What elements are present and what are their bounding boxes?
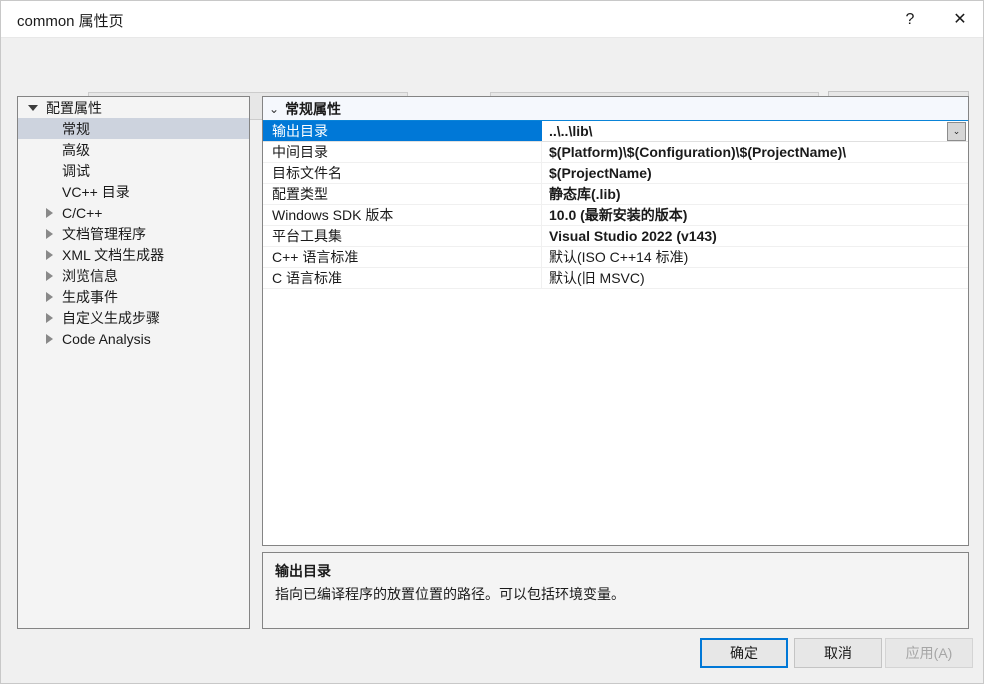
tree-item-label: VC++ 目录 bbox=[62, 183, 130, 200]
property-row[interactable]: 输出目录 ..\..\lib\ ⌄ bbox=[263, 121, 968, 142]
tree-item-label: 文档管理程序 bbox=[62, 225, 146, 242]
triangle-down-glyph bbox=[28, 104, 38, 111]
description-panel: 输出目录 指向已编译程序的放置位置的路径。可以包括环境变量。 bbox=[262, 552, 969, 629]
title-bar: common 属性页 ? ✕ bbox=[1, 1, 983, 38]
apply-button[interactable]: 应用(A) bbox=[885, 638, 973, 668]
triangle-down-icon[interactable] bbox=[24, 104, 42, 111]
property-pages-dialog: common 属性页 ? ✕ 配置(C): 活动(Release) ⌄ 平台(P… bbox=[0, 0, 984, 684]
tree-item-2[interactable]: 调试 bbox=[18, 160, 249, 181]
ok-button[interactable]: 确定 bbox=[700, 638, 788, 668]
property-name: 配置类型 bbox=[263, 184, 542, 204]
property-group-label: 常规属性 bbox=[285, 100, 341, 117]
triangle-right-glyph bbox=[45, 291, 53, 302]
property-name: C++ 语言标准 bbox=[263, 247, 542, 267]
close-button[interactable]: ✕ bbox=[937, 1, 983, 38]
property-group-header[interactable]: ⌄ 常规属性 bbox=[263, 97, 968, 121]
property-value[interactable]: $(Platform)\$(Configuration)\$(ProjectNa… bbox=[542, 144, 968, 160]
tree-item-4[interactable]: C/C++ bbox=[18, 202, 249, 223]
tree-item-label: 高级 bbox=[62, 141, 90, 158]
help-button[interactable]: ? bbox=[887, 1, 933, 38]
property-value[interactable]: 默认(ISO C++14 标准) bbox=[542, 247, 968, 267]
tree-item-0[interactable]: 常规 bbox=[18, 118, 249, 139]
tree-item-label: 调试 bbox=[62, 162, 90, 179]
configuration-bar: 配置(C): 活动(Release) ⌄ 平台(P): 活动(x64) ⌄ 配置… bbox=[1, 38, 983, 121]
property-value[interactable]: 10.0 (最新安装的版本) bbox=[542, 205, 968, 225]
tree-item-label: XML 文档生成器 bbox=[62, 246, 165, 263]
property-value[interactable]: ..\..\lib\ bbox=[542, 123, 968, 139]
triangle-right-icon[interactable] bbox=[40, 291, 58, 302]
tree-item-1[interactable]: 高级 bbox=[18, 139, 249, 160]
property-name: C 语言标准 bbox=[263, 268, 542, 288]
tree-item-5[interactable]: 文档管理程序 bbox=[18, 223, 249, 244]
property-value[interactable]: 默认(旧 MSVC) bbox=[542, 268, 968, 288]
triangle-right-icon[interactable] bbox=[40, 228, 58, 239]
property-row[interactable]: 中间目录 $(Platform)\$(Configuration)\$(Proje… bbox=[263, 142, 968, 163]
page-title: common 属性页 bbox=[17, 13, 124, 30]
tree-item-8[interactable]: 生成事件 bbox=[18, 286, 249, 307]
configuration-tree[interactable]: 配置属性常规高级调试 VC++ 目录 C/C++ 文档管理程序 XML 文档生成器 浏览信… bbox=[17, 96, 250, 629]
property-row[interactable]: C++ 语言标准 默认(ISO C++14 标准) bbox=[263, 247, 968, 268]
triangle-right-icon[interactable] bbox=[40, 333, 58, 344]
property-row[interactable]: 配置类型 静态库(.lib) bbox=[263, 184, 968, 205]
triangle-right-glyph bbox=[45, 333, 53, 344]
tree-item-9[interactable]: 自定义生成步骤 bbox=[18, 307, 249, 328]
property-name: Windows SDK 版本 bbox=[263, 205, 542, 225]
property-name: 输出目录 bbox=[263, 121, 542, 141]
tree-item-label: 浏览信息 bbox=[62, 267, 118, 284]
triangle-right-glyph bbox=[45, 249, 53, 260]
cancel-button[interactable]: 取消 bbox=[794, 638, 882, 668]
property-value[interactable]: $(ProjectName) bbox=[542, 165, 968, 181]
tree-item-7[interactable]: 浏览信息 bbox=[18, 265, 249, 286]
triangle-right-glyph bbox=[45, 228, 53, 239]
description-title: 输出目录 bbox=[275, 563, 331, 579]
close-icon: ✕ bbox=[953, 10, 967, 28]
tree-item-label: 生成事件 bbox=[62, 288, 118, 305]
property-name: 目标文件名 bbox=[263, 163, 542, 183]
property-row[interactable]: 目标文件名 $(ProjectName) bbox=[263, 163, 968, 184]
property-row[interactable]: 平台工具集 Visual Studio 2022 (v143) bbox=[263, 226, 968, 247]
tree-item-6[interactable]: XML 文档生成器 bbox=[18, 244, 249, 265]
tree-item-label: 配置属性 bbox=[46, 99, 102, 116]
tree-item-root[interactable]: 配置属性 bbox=[18, 97, 249, 118]
tree-item-label: 常规 bbox=[62, 120, 90, 137]
property-grid[interactable]: ⌄ 常规属性 输出目录 ..\..\lib\ ⌄ 中间目录 $(Platform)\$(… bbox=[262, 96, 969, 546]
property-name: 中间目录 bbox=[263, 142, 542, 162]
triangle-right-glyph bbox=[45, 207, 53, 218]
tree-item-label: Code Analysis bbox=[62, 330, 151, 347]
triangle-right-icon[interactable] bbox=[40, 207, 58, 218]
value-dropdown-button[interactable]: ⌄ bbox=[947, 122, 966, 141]
triangle-right-glyph bbox=[45, 312, 53, 323]
triangle-right-icon[interactable] bbox=[40, 249, 58, 260]
tree-item-label: C/C++ bbox=[62, 204, 103, 221]
chevron-down-icon: ⌄ bbox=[268, 101, 280, 116]
description-text: 指向已编译程序的放置位置的路径。可以包括环境变量。 bbox=[275, 586, 625, 602]
property-value[interactable]: Visual Studio 2022 (v143) bbox=[542, 228, 968, 244]
triangle-right-icon[interactable] bbox=[40, 312, 58, 323]
help-icon: ? bbox=[905, 10, 915, 28]
property-value[interactable]: 静态库(.lib) bbox=[542, 184, 968, 204]
tree-item-label: 自定义生成步骤 bbox=[62, 309, 160, 326]
tree-item-10[interactable]: Code Analysis bbox=[18, 328, 249, 349]
property-row[interactable]: C 语言标准 默认(旧 MSVC) bbox=[263, 268, 968, 289]
triangle-right-glyph bbox=[45, 270, 53, 281]
property-name: 平台工具集 bbox=[263, 226, 542, 246]
triangle-right-icon[interactable] bbox=[40, 270, 58, 281]
property-row[interactable]: Windows SDK 版本 10.0 (最新安装的版本) bbox=[263, 205, 968, 226]
tree-item-3[interactable]: VC++ 目录 bbox=[18, 181, 249, 202]
